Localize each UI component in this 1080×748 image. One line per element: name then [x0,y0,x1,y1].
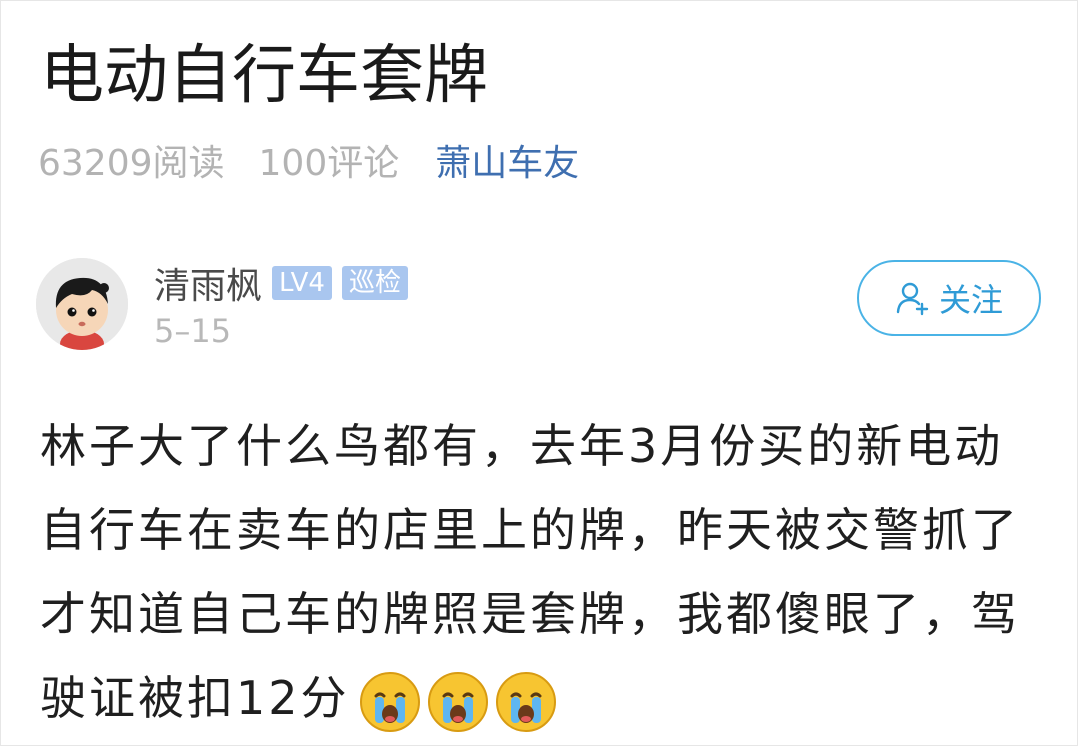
add-user-icon [895,280,931,316]
crying-face-icon [495,671,556,732]
avatar[interactable] [36,258,128,350]
post-date: 5–15 [154,312,232,350]
post-body: 林子大了什么鸟都有，去年3月份买的新电动自行车在卖车的店里上的牌，昨天被交警抓了… [40,404,1050,740]
forum-link[interactable]: 萧山车友 [435,134,579,186]
cartoon-boy-avatar-icon [36,258,128,350]
follow-label: 关注 [938,281,1003,319]
emoji-row [358,670,562,734]
crying-face-icon [427,671,488,732]
level-badge: LV4 [272,266,332,300]
comment-count[interactable]: 100评论 [259,134,400,186]
post-title: 电动自行车套牌 [40,39,488,113]
role-badge: 巡检 [341,266,408,300]
author-name[interactable]: 清雨枫 [154,257,262,309]
author-info: 清雨枫 LV4 巡检 [154,257,408,309]
follow-button[interactable]: 关注 [857,260,1041,336]
post-meta: 63209阅读 100评论 萧山车友 [38,138,579,184]
read-count: 63209阅读 [38,143,225,184]
crying-face-icon [359,671,420,732]
